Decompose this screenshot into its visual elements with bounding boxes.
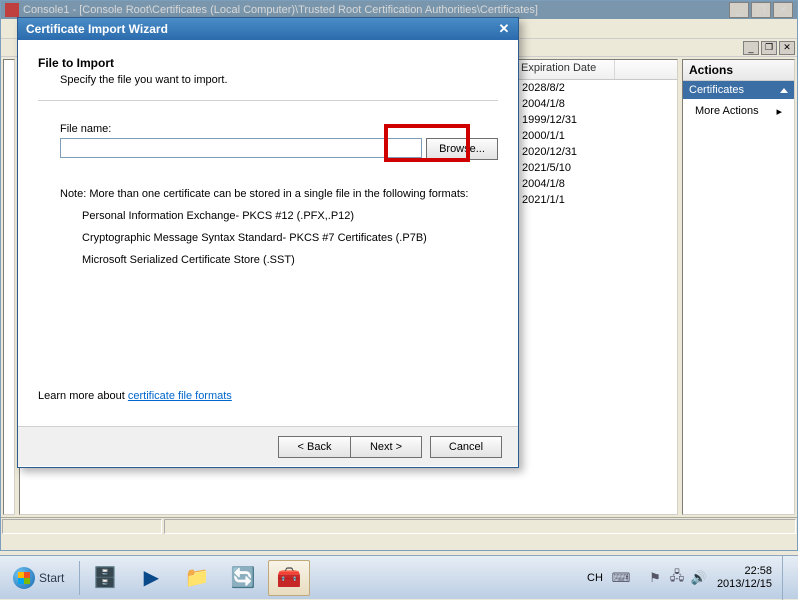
- tray-clock[interactable]: 22:58 2013/12/15: [713, 565, 776, 591]
- browse-button[interactable]: Browse...: [426, 138, 498, 160]
- actions-section-certificates[interactable]: Certificates: [683, 81, 794, 99]
- collapse-icon: [780, 88, 788, 93]
- system-tray: CH ⌨ ⚑ 🖧 🔊 22:58 2013/12/15: [577, 556, 798, 599]
- status-segment: [2, 519, 162, 534]
- cancel-button[interactable]: Cancel: [430, 436, 502, 458]
- tray-date-text: 2013/12/15: [717, 578, 772, 591]
- taskbar-item-mmc[interactable]: 🔄: [222, 560, 264, 596]
- actions-more-actions[interactable]: More Actions ▸: [683, 99, 794, 124]
- taskbar-item-toolbox[interactable]: 🧰: [268, 560, 310, 596]
- wizard-note-format-2: Cryptographic Message Syntax Standard- P…: [82, 232, 498, 244]
- start-button[interactable]: Start: [4, 560, 73, 596]
- language-indicator[interactable]: CH: [583, 570, 607, 586]
- wizard-close-button[interactable]: ✕: [494, 20, 514, 38]
- wizard-body: File to Import Specify the file you want…: [18, 40, 518, 426]
- wizard-button-bar: < Back Next > Cancel: [18, 426, 518, 466]
- mmc-window-controls: _ ❐ ✕: [729, 2, 793, 18]
- file-name-input[interactable]: [60, 138, 422, 158]
- wizard-note-format-1: Personal Information Exchange- PKCS #12 …: [82, 210, 498, 222]
- start-orb-icon: [13, 567, 35, 589]
- keyboard-icon[interactable]: ⌨: [613, 570, 629, 586]
- tray-time-text: 22:58: [717, 565, 772, 578]
- close-button[interactable]: ✕: [773, 2, 793, 18]
- taskbar-item-powershell[interactable]: ▶: [130, 560, 172, 596]
- wizard-title-text: Certificate Import Wizard: [22, 22, 494, 36]
- back-button[interactable]: < Back: [278, 436, 350, 458]
- flag-tray-icon[interactable]: ⚑: [647, 570, 663, 586]
- network-tray-icon[interactable]: 🖧: [669, 570, 685, 586]
- maximize-button[interactable]: ❐: [751, 2, 771, 18]
- chevron-right-icon: ▸: [776, 105, 782, 118]
- actions-section-label: Certificates: [689, 84, 744, 96]
- server-manager-icon: 🗄️: [93, 565, 118, 590]
- file-name-label: File name:: [60, 123, 498, 135]
- wizard-titlebar: Certificate Import Wizard ✕: [18, 18, 518, 40]
- next-button[interactable]: Next >: [350, 436, 422, 458]
- certificate-import-wizard-dialog: Certificate Import Wizard ✕ File to Impo…: [17, 17, 519, 468]
- powershell-icon: ▶: [144, 565, 159, 590]
- actions-header: Actions: [683, 60, 794, 81]
- show-desktop-button[interactable]: [782, 556, 792, 600]
- child-restore-button[interactable]: ❐: [761, 41, 777, 55]
- taskbar-separator: [79, 561, 80, 595]
- wizard-heading: File to Import: [38, 56, 498, 70]
- child-minimize-button[interactable]: _: [743, 41, 759, 55]
- wizard-divider: [38, 100, 498, 101]
- mmc-title-text: Console1 - [Console Root\Certificates (L…: [23, 4, 729, 16]
- wizard-note-format-3: Microsoft Serialized Certificate Store (…: [82, 254, 498, 266]
- wizard-subheading: Specify the file you want to import.: [60, 74, 498, 86]
- actions-item-label: More Actions: [695, 105, 759, 118]
- start-label: Start: [39, 571, 64, 585]
- child-close-button[interactable]: ✕: [779, 41, 795, 55]
- wizard-note-intro: Note: More than one certificate can be s…: [60, 188, 498, 200]
- mmc-taskbar-icon: 🔄: [231, 565, 256, 590]
- mmc-tree-pane[interactable]: [3, 59, 15, 515]
- minimize-button[interactable]: _: [729, 2, 749, 18]
- learn-more-prefix: Learn more about: [38, 390, 128, 402]
- mmc-actions-pane: Actions Certificates More Actions ▸: [682, 59, 795, 515]
- windows-flag-icon: [18, 572, 30, 584]
- folder-icon: 📁: [185, 565, 210, 590]
- taskbar-item-server-manager[interactable]: 🗄️: [84, 560, 126, 596]
- toolbox-icon: 🧰: [277, 565, 302, 590]
- status-segment: [164, 519, 796, 534]
- certificate-file-formats-link[interactable]: certificate file formats: [128, 390, 232, 402]
- list-header-expiration[interactable]: Expiration Date: [515, 60, 615, 79]
- wizard-learn-more: Learn more about certificate file format…: [38, 390, 232, 402]
- windows-taskbar: Start 🗄️ ▶ 📁 🔄 🧰 CH ⌨ ⚑ 🖧 🔊 22:58 2013/1…: [0, 555, 798, 599]
- mmc-statusbar: [1, 517, 797, 535]
- taskbar-item-explorer[interactable]: 📁: [176, 560, 218, 596]
- speaker-tray-icon[interactable]: 🔊: [691, 570, 707, 586]
- mmc-app-icon: [5, 3, 19, 17]
